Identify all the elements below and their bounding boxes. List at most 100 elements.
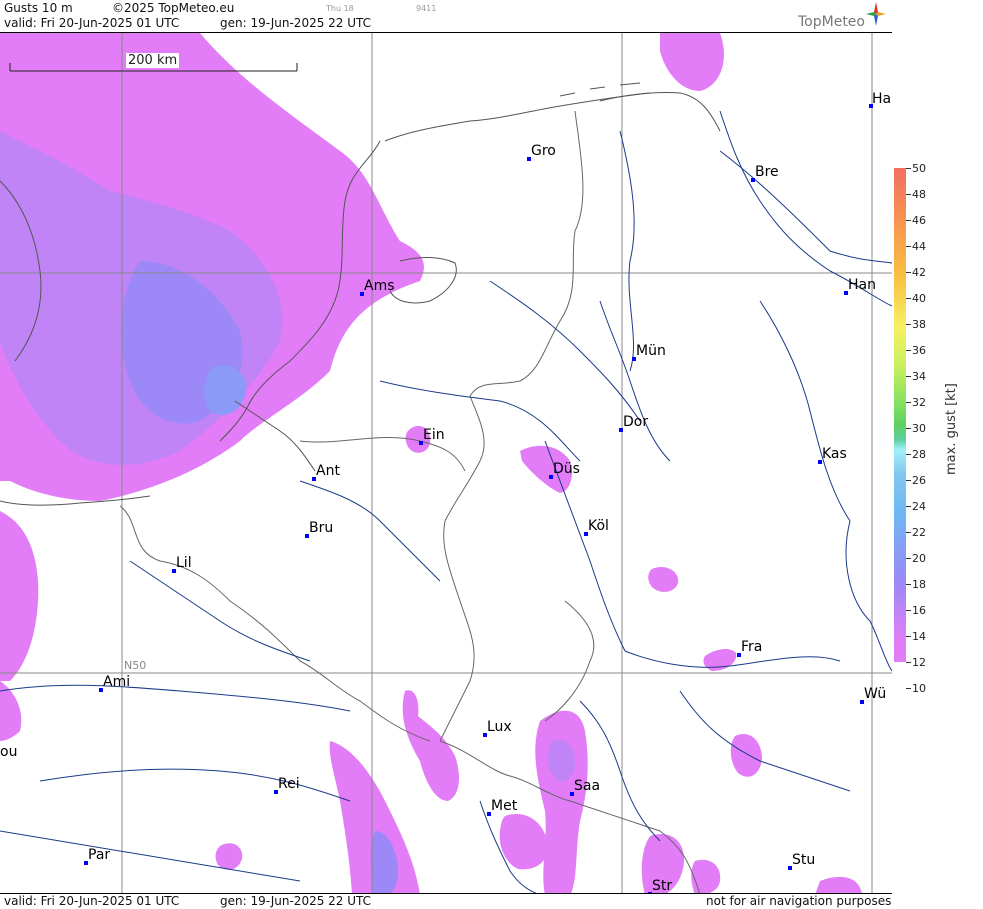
legend-tick-mark — [906, 428, 911, 429]
gust-area-ne — [660, 33, 724, 91]
legend-tick-mark — [906, 454, 911, 455]
city-label: Kas — [822, 446, 847, 462]
city-marker[interactable]: Saa — [570, 778, 601, 796]
city-label: Saa — [574, 778, 601, 794]
city-marker[interactable]: Fra — [737, 639, 763, 657]
city-label: Lil — [176, 555, 192, 571]
city-marker[interactable]: Wü — [860, 686, 887, 704]
day-tag: Thu 18 — [326, 4, 354, 13]
city-marker[interactable]: Bru — [305, 520, 334, 538]
city-label: Ha — [872, 91, 892, 107]
copyright: ©2025 TopMeteo.eu — [112, 1, 235, 15]
legend-tick-label: 28 — [912, 448, 926, 461]
city-label: Par — [88, 847, 111, 863]
legend-tick-mark — [906, 324, 911, 325]
city-label: Ams — [364, 278, 395, 294]
city-label: Dor — [623, 414, 649, 430]
legend-tick-mark — [906, 194, 911, 195]
city-marker[interactable]: Ein — [419, 427, 445, 445]
city-label: Düs — [553, 461, 580, 477]
legend-tick-label: 26 — [912, 474, 926, 487]
city-marker[interactable]: Bre — [751, 164, 779, 182]
city-marker[interactable]: Ami — [99, 674, 130, 692]
city-marker[interactable]: Gro — [527, 143, 556, 161]
legend-tick-label: 32 — [912, 396, 926, 409]
city-label: Lux — [487, 719, 512, 735]
map-canvas — [0, 33, 892, 893]
legend-tick-label: 44 — [912, 240, 926, 253]
city-label: Wü — [864, 686, 887, 702]
gust-area-str-e — [691, 859, 721, 893]
legend-tick-label: 40 — [912, 292, 926, 305]
city-label: Mün — [636, 343, 666, 359]
city-marker[interactable]: Stu — [788, 852, 816, 870]
city-marker[interactable]: Par — [84, 847, 111, 865]
city-marker[interactable]: ou — [0, 744, 17, 760]
city-marker[interactable]: Lil — [172, 555, 192, 573]
legend-tick-label: 34 — [912, 370, 926, 383]
city-marker[interactable]: Köl — [584, 518, 609, 536]
city-marker[interactable]: Ant — [312, 463, 340, 481]
city-marker[interactable]: Str — [648, 878, 673, 894]
legend-tick-mark — [906, 402, 911, 403]
city-label: Han — [848, 277, 876, 293]
header: Gusts 10 m ©2025 TopMeteo.eu Thu 18 9411… — [0, 0, 892, 32]
city-label: Köl — [588, 518, 609, 534]
legend-tick-label: 12 — [912, 656, 926, 669]
valid-time: valid: Fri 20-Jun-2025 01 UTC — [4, 16, 180, 30]
legend-tick-mark — [906, 350, 911, 351]
code-tag: 9411 — [416, 4, 437, 13]
legend-tick-label: 24 — [912, 500, 926, 513]
city-label: Ant — [316, 463, 340, 479]
legend-tick-mark — [906, 688, 911, 689]
forecast-map[interactable]: 200 km N50 Ha Gro Bre Ams Han Mün Ein Do… — [0, 32, 892, 894]
city-label: Stu — [792, 852, 816, 868]
city-marker[interactable]: Rei — [274, 776, 300, 794]
city-label: ou — [0, 744, 18, 760]
legend-tick-label: 10 — [912, 682, 926, 695]
city-marker[interactable]: Mün — [632, 343, 666, 361]
legend-tick-mark — [906, 636, 911, 637]
legend-tick-mark — [906, 376, 911, 377]
gust-area-par-e — [215, 843, 243, 870]
gust-area-wu-s — [730, 733, 762, 777]
generated-time: gen: 19-Jun-2025 22 UTC — [220, 16, 372, 30]
legend-tick-mark — [906, 532, 911, 533]
compass-logo-icon — [866, 2, 886, 26]
scale-label: 200 km — [126, 53, 180, 68]
legend-tick-mark — [906, 298, 911, 299]
legend-tick-label: 38 — [912, 318, 926, 331]
city-label: Fra — [741, 639, 763, 655]
legend-tick-mark — [906, 272, 911, 273]
city-marker[interactable]: Dor — [619, 414, 649, 432]
legend-tick-mark — [906, 584, 911, 585]
legend-tick-label: 18 — [912, 578, 926, 591]
legend-tick-mark — [906, 168, 911, 169]
legend-color-bar — [894, 168, 906, 662]
city-marker[interactable]: Han — [844, 277, 876, 295]
city-label: Rei — [278, 776, 300, 792]
legend-tick-mark — [906, 662, 911, 663]
city-label: Bre — [755, 164, 779, 180]
city-marker[interactable]: Ams — [360, 278, 395, 296]
legend-tick-label: 48 — [912, 188, 926, 201]
city-marker[interactable]: Kas — [818, 446, 847, 464]
gust-area-stu-e — [815, 876, 862, 893]
legend-title: max. gust [kt] — [944, 383, 959, 475]
legend-tick-label: 14 — [912, 630, 926, 643]
topmeteo-logo: TopMeteo — [798, 14, 865, 30]
legend-tick-mark — [906, 610, 911, 611]
legend-tick-label: 20 — [912, 552, 926, 565]
city-label: Met — [491, 798, 518, 814]
legend-tick-label: 46 — [912, 214, 926, 227]
footer-disclaimer: not for air navigation purposes — [706, 894, 892, 908]
gust-area-west — [0, 511, 39, 681]
city-label: Str — [652, 878, 673, 894]
city-marker[interactable]: Düs — [549, 461, 580, 479]
city-marker[interactable]: Met — [487, 798, 518, 816]
city-marker[interactable]: Lux — [483, 719, 512, 737]
city-marker[interactable]: Ha — [869, 91, 892, 108]
map-title: Gusts 10 m — [4, 1, 73, 15]
city-label: Bru — [309, 520, 334, 536]
legend-tick-label: 42 — [912, 266, 926, 279]
